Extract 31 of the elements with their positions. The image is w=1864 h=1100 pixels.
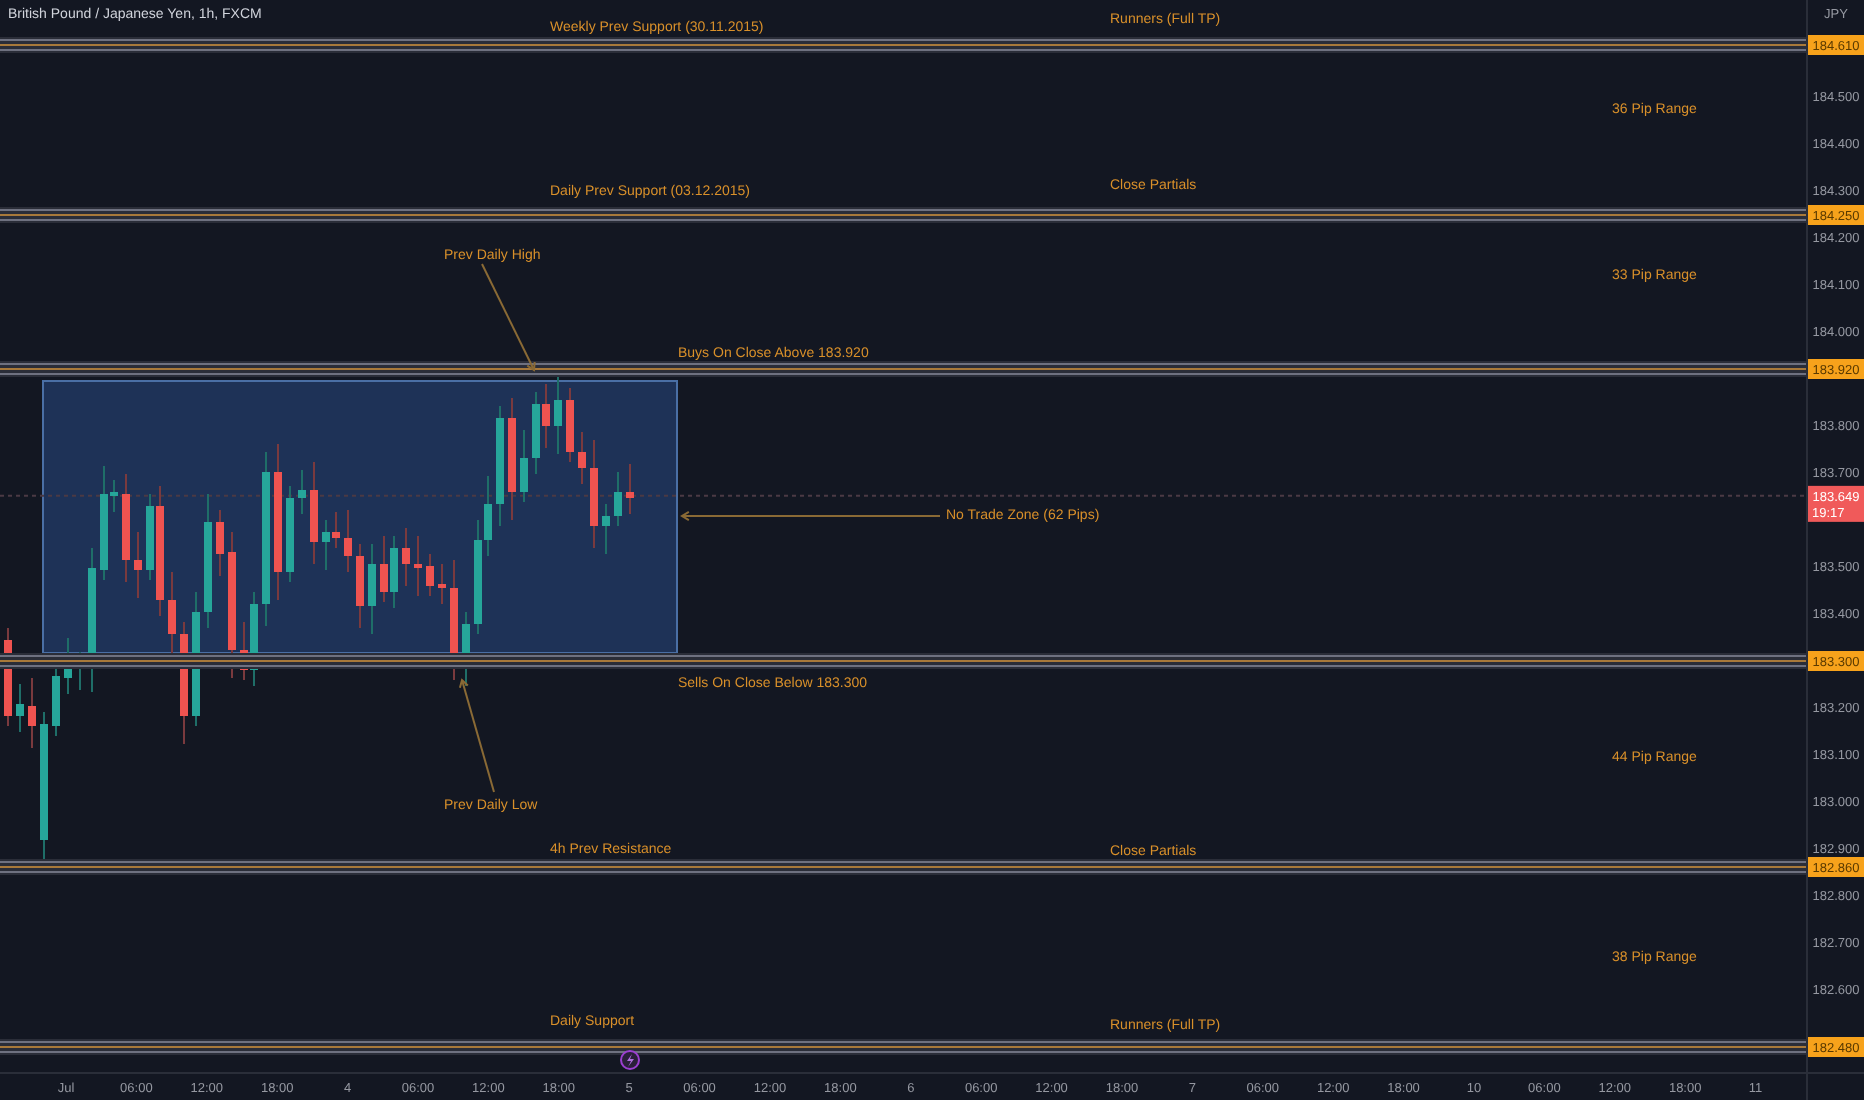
candlestick [368, 543, 376, 635]
candlestick [590, 439, 598, 549]
candlestick [344, 509, 352, 573]
candlestick [122, 473, 130, 583]
candlestick [402, 527, 410, 587]
candlestick [28, 677, 36, 749]
leader-line [481, 263, 536, 372]
candlestick [356, 543, 364, 629]
candlestick [554, 371, 562, 455]
lightning-icon[interactable] [620, 1050, 640, 1070]
candlestick [298, 469, 306, 515]
candlestick [286, 485, 294, 583]
candlestick [216, 509, 224, 577]
candlestick [578, 431, 586, 485]
candlestick [438, 563, 446, 605]
candlestick [310, 461, 318, 565]
candlestick [626, 463, 634, 515]
candlestick [16, 683, 24, 733]
candlestick [414, 535, 422, 597]
candlestick [602, 503, 610, 555]
leader-line [458, 678, 495, 793]
candlestick [496, 405, 504, 527]
candlestick [508, 397, 516, 521]
candlestick [204, 493, 212, 629]
candlestick [520, 429, 528, 503]
candlestick [134, 531, 142, 599]
candlestick [566, 387, 574, 463]
candlestick [168, 571, 176, 657]
candlestick [614, 471, 622, 527]
candlestick [192, 591, 200, 727]
candlestick [426, 553, 434, 597]
